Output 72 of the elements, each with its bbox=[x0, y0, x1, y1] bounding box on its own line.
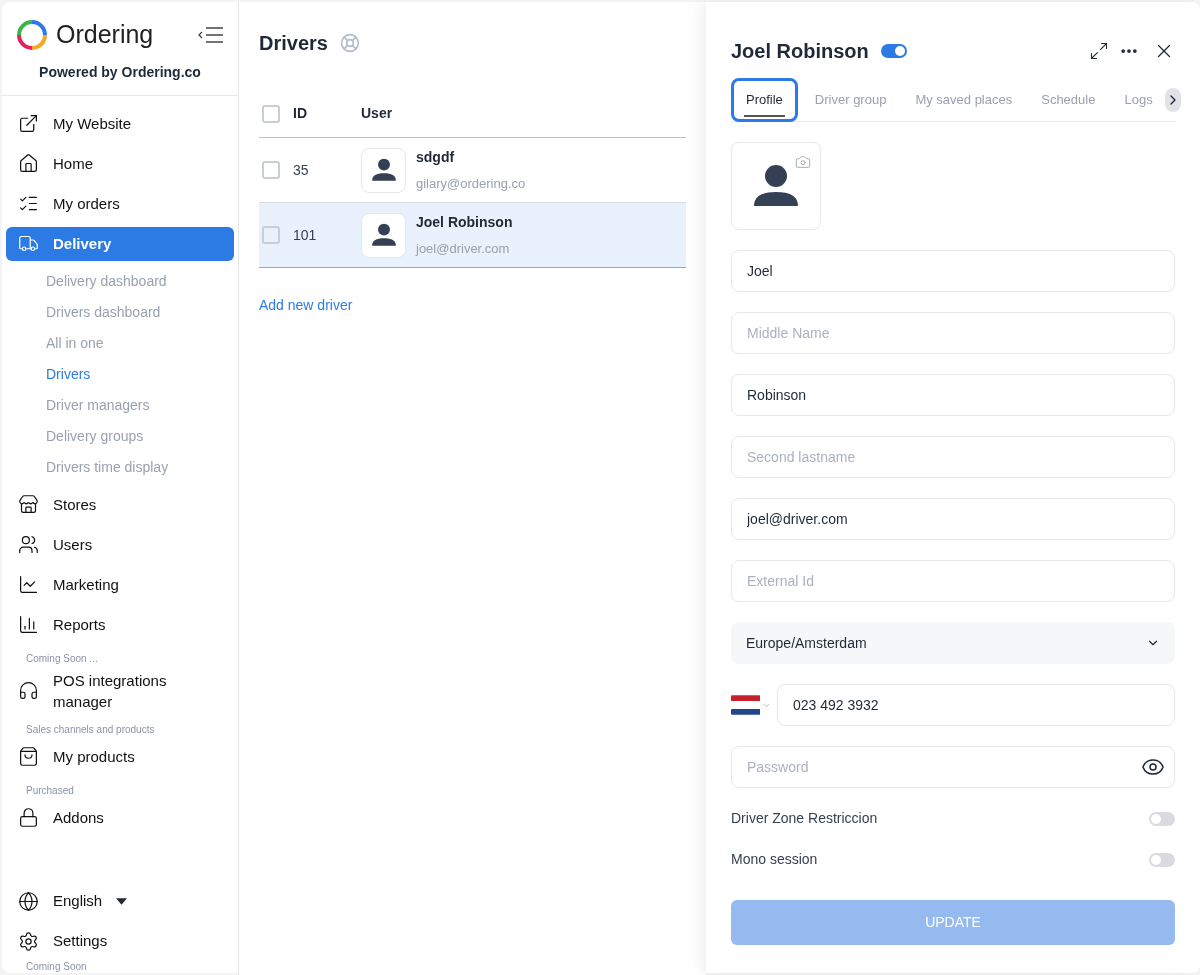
nav-item[interactable]: My products bbox=[6, 739, 234, 774]
timezone-select[interactable]: Europe/Amsterdam bbox=[731, 622, 1175, 664]
truck-icon bbox=[18, 233, 39, 254]
column-header: User bbox=[361, 104, 393, 123]
section-label: Coming Soon bbox=[25, 961, 88, 973]
section-label: Coming Soon ... bbox=[25, 651, 99, 666]
nav-item[interactable]: POS integrations manager bbox=[6, 665, 234, 716]
nav-item[interactable]: Delivery bbox=[6, 226, 234, 261]
phone-field[interactable]: 023 492 3932 bbox=[777, 684, 1175, 726]
user-name: sdgdf bbox=[416, 147, 456, 167]
text-field[interactable]: External Id bbox=[731, 560, 1175, 602]
table-row[interactable]: 101 Joel Robinson joel@driver.com bbox=[259, 203, 686, 268]
users-icon bbox=[18, 534, 39, 555]
section-label: Sales channels and products bbox=[25, 722, 156, 737]
nav-item[interactable]: My orders bbox=[6, 186, 234, 221]
user-name: Joel Robinson bbox=[416, 212, 513, 232]
select-all-checkbox[interactable] bbox=[262, 104, 280, 123]
tab[interactable]: Profile bbox=[731, 77, 798, 122]
toggle-label: Mono session bbox=[731, 850, 818, 869]
line-chart-icon bbox=[18, 574, 39, 595]
settings-icon bbox=[18, 930, 39, 952]
toggle-switch[interactable] bbox=[1149, 852, 1175, 867]
toggle-switch[interactable] bbox=[880, 44, 907, 58]
lifebuoy-icon[interactable] bbox=[339, 33, 360, 53]
nav-item[interactable]: Users bbox=[6, 527, 234, 562]
column-header: ID bbox=[293, 104, 308, 123]
nav-item[interactable]: Reports bbox=[6, 607, 234, 642]
toggle-label: Driver Zone Restriccion bbox=[731, 809, 878, 828]
nav-item[interactable]: Addons bbox=[6, 800, 234, 835]
brand-name: Ordering bbox=[56, 19, 154, 50]
section-label: Purchased bbox=[25, 783, 75, 798]
powered-by-text: Powered by Ordering.co bbox=[39, 62, 201, 82]
globe-icon bbox=[18, 890, 39, 912]
password-field[interactable]: Password bbox=[731, 746, 1175, 788]
external-link-icon bbox=[18, 113, 39, 134]
person-icon bbox=[370, 156, 397, 184]
table-cell-text: 101 bbox=[293, 225, 318, 245]
text-field[interactable]: Robinson bbox=[731, 374, 1175, 416]
collapse-menu-icon[interactable] bbox=[198, 26, 224, 43]
text-field[interactable]: joel@driver.com bbox=[731, 498, 1175, 540]
row-checkbox[interactable] bbox=[262, 161, 280, 179]
text-field[interactable]: Joel bbox=[731, 250, 1175, 292]
nav-item[interactable]: Stores bbox=[6, 487, 234, 522]
table-cell-text: 35 bbox=[293, 160, 310, 180]
country-code-selector[interactable] bbox=[731, 695, 771, 715]
caret-icon bbox=[116, 897, 128, 905]
page-title: Drivers bbox=[259, 31, 328, 56]
nav-item[interactable]: Marketing bbox=[6, 567, 234, 602]
text-field[interactable]: Middle Name bbox=[731, 312, 1175, 354]
user-email: gilary@ordering.co bbox=[416, 174, 526, 193]
add-driver-link[interactable]: Add new driver bbox=[259, 295, 686, 316]
ring-logo-icon bbox=[16, 18, 48, 51]
text-field[interactable]: Second lastname bbox=[731, 436, 1175, 478]
expand-icon[interactable] bbox=[1089, 41, 1109, 61]
bag-icon bbox=[18, 746, 39, 767]
nav-item[interactable]: Home bbox=[6, 146, 234, 181]
toggle-switch[interactable] bbox=[1149, 811, 1175, 826]
nav-item[interactable]: My Website bbox=[6, 106, 234, 141]
user-email: joel@driver.com bbox=[416, 239, 511, 258]
submenu-link[interactable]: Drivers bbox=[46, 358, 236, 390]
striped-flag-icon bbox=[731, 695, 761, 715]
headset-icon bbox=[18, 680, 39, 701]
language-selector[interactable]: English bbox=[4, 884, 236, 918]
camera-icon[interactable] bbox=[795, 154, 811, 170]
driver-name-title: Joel Robinson bbox=[731, 39, 869, 64]
house-icon bbox=[18, 153, 39, 174]
row-checkbox[interactable] bbox=[262, 226, 280, 244]
bar-chart-icon bbox=[18, 614, 39, 635]
nav-item[interactable]: Settings bbox=[4, 924, 236, 958]
person-icon bbox=[370, 221, 397, 249]
scroll-tabs-button[interactable] bbox=[1164, 87, 1181, 112]
store-icon bbox=[18, 494, 39, 515]
